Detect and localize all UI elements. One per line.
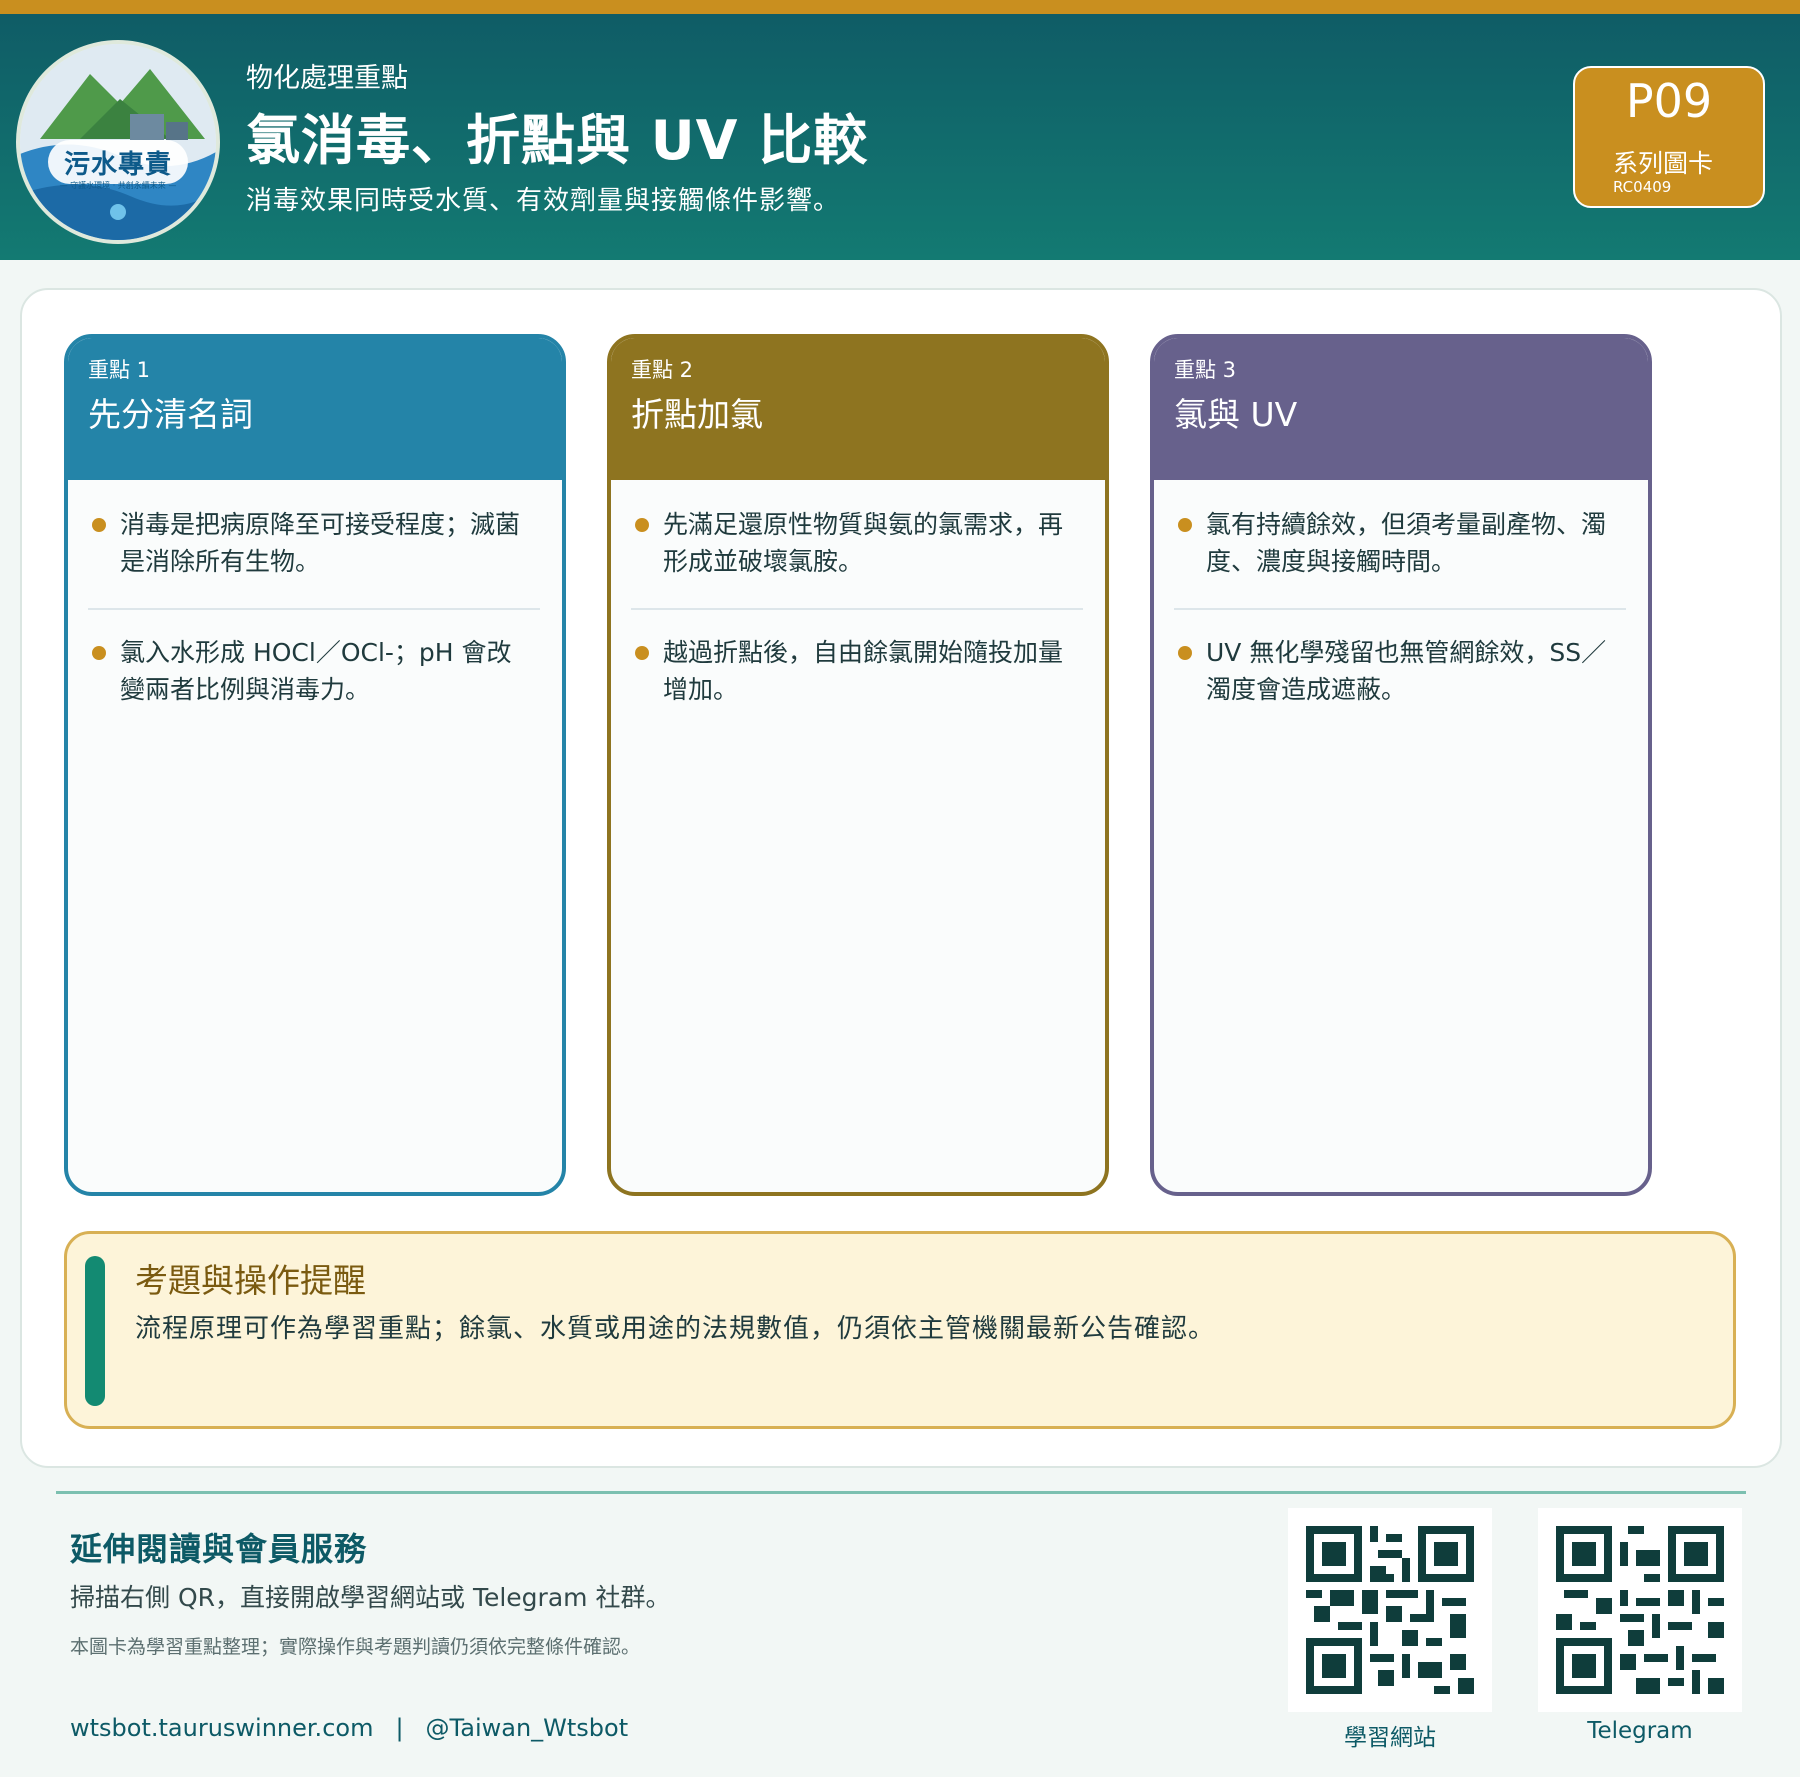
reminder-text: 流程原理可作為學習重點；餘氯、水質或用途的法規數值，仍須依主管機關最新公告確認。 [135,1314,1216,1344]
bullet-icon [1178,646,1192,660]
list-item: UV 無化學殘留也無管網餘效，SS／濁度會造成遮蔽。 [1174,634,1620,708]
header-subtitle: 消毒效果同時受水質、有效劑量與接觸條件影響。 [246,186,841,216]
bullet-icon [635,646,649,660]
footer-title: 延伸閱讀與會員服務 [70,1530,368,1568]
header-category: 物化處理重點 [246,63,408,94]
link-separator: | [395,1714,404,1742]
key-point-card-1: 重點 1 先分清名詞 消毒是把病原降至可接受程度；滅菌是消除所有生物。 氯入水形… [64,334,566,1196]
card-kicker: 重點 2 [631,358,694,382]
telegram-handle-link[interactable]: @Taiwan_Wtsbot [426,1714,629,1742]
list-item: 氯入水形成 HOCl／OCl-；pH 會改變兩者比例與消毒力。 [88,634,534,708]
series-badge: P09 系列圖卡 RC0409 [1573,66,1765,208]
website-link[interactable]: wtsbot.tauruswinner.com [70,1714,373,1742]
footer-text: 掃描右側 QR，直接開啟學習網站或 Telegram 社群。 [70,1583,671,1612]
list-item-text: 氯有持續餘效，但須考量副產物、濁度、濃度與接觸時間。 [1206,510,1607,576]
list-item-text: 先滿足還原性物質與氨的氯需求，再形成並破壞氯胺。 [663,510,1064,576]
badge-code: P09 [1625,74,1713,128]
top-accent-line [0,0,1800,14]
card-kicker: 重點 3 [1174,358,1237,382]
qr-code-icon [1306,1526,1474,1694]
divider [1174,608,1626,610]
list-item: 越過折點後，自由餘氯開始隨投加量增加。 [631,634,1077,708]
logo-mountain-icon [20,44,216,240]
card-header: 重點 2 折點加氯 [611,338,1105,480]
divider [631,608,1083,610]
reminder-accent-bar [85,1256,105,1406]
key-point-card-3: 重點 3 氯與 UV 氯有持續餘效，但須考量副產物、濁度、濃度與接觸時間。 UV… [1150,334,1652,1196]
qr-code-telegram[interactable] [1538,1508,1742,1712]
divider [88,608,540,610]
card-header: 重點 3 氯與 UV [1154,338,1648,480]
qr-label-website: 學習網站 [1344,1725,1436,1751]
list-item-text: UV 無化學殘留也無管網餘效，SS／濁度會造成遮蔽。 [1206,638,1607,704]
logo-title: 污水專責 [63,150,172,180]
badge-id: RC0409 [1613,178,1672,196]
footer-links: wtsbot.tauruswinner.com | @Taiwan_Wtsbot [70,1714,628,1742]
bullet-icon [92,518,106,532]
bullet-icon [92,646,106,660]
reminder-title: 考題與操作提醒 [135,1261,366,1300]
bullet-icon [635,518,649,532]
qr-code-icon [1556,1526,1724,1694]
qr-label-telegram: Telegram [1587,1718,1693,1744]
footer-note: 本圖卡為學習重點整理；實際操作與考題判讀仍須依完整條件確認。 [70,1636,641,1658]
logo-subtitle: — 守護水環境 · 共創永續未來 — [59,181,177,190]
page-title: 氯消毒、折點與 UV 比較 [246,109,869,172]
qr-code-website[interactable] [1288,1508,1492,1712]
list-item: 消毒是把病原降至可接受程度；滅菌是消除所有生物。 [88,506,534,580]
list-item: 先滿足還原性物質與氨的氯需求，再形成並破壞氯胺。 [631,506,1077,580]
list-item-text: 氯入水形成 HOCl／OCl-；pH 會改變兩者比例與消毒力。 [120,638,512,704]
card-title: 先分清名詞 [88,395,253,434]
card-title: 氯與 UV [1174,395,1298,434]
key-point-card-2: 重點 2 折點加氯 先滿足還原性物質與氨的氯需求，再形成並破壞氯胺。 越過折點後… [607,334,1109,1196]
logo: 污水專責 — 守護水環境 · 共創永續未來 — [20,44,216,240]
list-item-text: 消毒是把病原降至可接受程度；滅菌是消除所有生物。 [120,510,521,576]
bullet-icon [1178,518,1192,532]
reminder-box: 考題與操作提醒 流程原理可作為學習重點；餘氯、水質或用途的法規數值，仍須依主管機… [64,1231,1736,1429]
card-header: 重點 1 先分清名詞 [68,338,562,480]
list-item: 氯有持續餘效，但須考量副產物、濁度、濃度與接觸時間。 [1174,506,1620,580]
card-kicker: 重點 1 [88,358,151,382]
footer-divider [56,1491,1746,1494]
list-item-text: 越過折點後，自由餘氯開始隨投加量增加。 [663,638,1064,704]
card-title: 折點加氯 [631,395,763,434]
badge-label: 系列圖卡 [1613,149,1714,178]
header: 污水專責 — 守護水環境 · 共創永續未來 — 物化處理重點 氯消毒、折點與 U… [0,14,1800,260]
